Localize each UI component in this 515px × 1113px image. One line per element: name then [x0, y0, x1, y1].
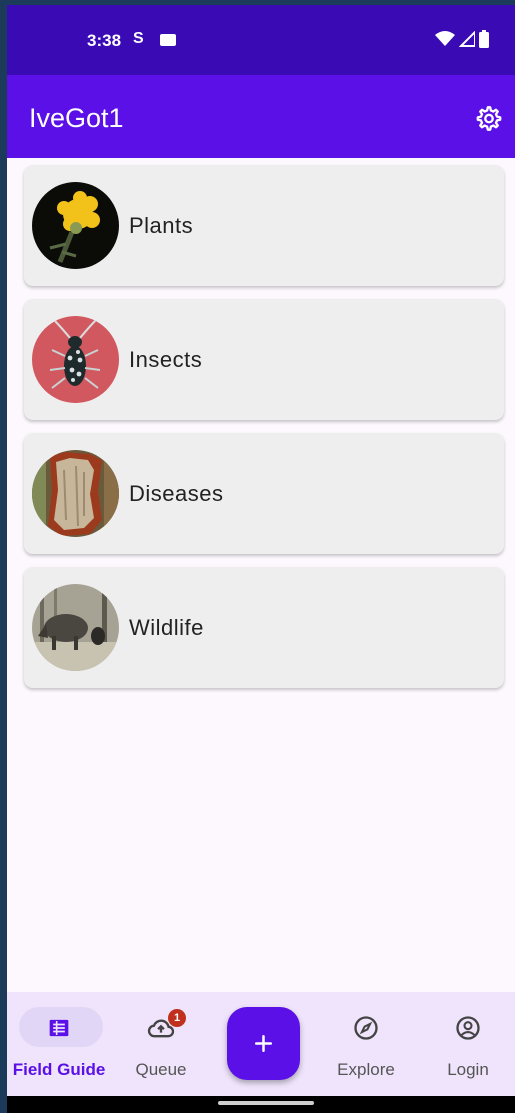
status-time: 3:38 [87, 31, 122, 50]
battery-icon [479, 30, 489, 48]
gear-icon[interactable] [475, 105, 503, 133]
card-label-insects: Insects [129, 347, 203, 372]
nav-label-field-guide: Field Guide [12, 1060, 106, 1079]
nav-label-login: Login [447, 1060, 489, 1079]
category-card-diseases[interactable]: Diseases [24, 433, 504, 554]
gesture-handle[interactable] [218, 1101, 314, 1105]
nav-item-explore[interactable]: Explore [316, 992, 416, 1096]
bottom-navigation: Field Guide 1 Queue Explore Login [7, 992, 515, 1096]
list-icon [49, 1019, 69, 1037]
card-label-diseases: Diseases [129, 481, 224, 506]
category-card-insects[interactable]: Insects [24, 299, 504, 420]
plants-thumbnail [32, 182, 119, 269]
queue-count-badge: 1 [168, 1009, 186, 1027]
category-card-wildlife[interactable]: Wildlife [24, 567, 504, 688]
category-card-plants[interactable]: Plants [24, 165, 504, 286]
wildlife-thumbnail [32, 584, 119, 671]
app-title: IveGot1 [29, 103, 124, 133]
status-icons [435, 30, 489, 48]
s-icon: S [133, 30, 144, 47]
phone-screen: 3:38 S IveGot1 Plants Insects Diseases W… [7, 5, 515, 1113]
sim-card-icon [160, 34, 176, 46]
wifi-icon [435, 31, 455, 46]
gesture-nav-area [7, 1096, 515, 1113]
card-label-wildlife: Wildlife [129, 615, 204, 640]
compass-icon [354, 1016, 378, 1040]
nav-label-explore: Explore [337, 1060, 395, 1079]
cell-signal-icon [459, 31, 475, 47]
diseases-thumbnail [32, 450, 119, 537]
status-bar: 3:38 S [7, 5, 515, 75]
nav-item-field-guide[interactable]: Field Guide [9, 992, 109, 1096]
nav-item-login[interactable]: Login [418, 992, 515, 1096]
nav-item-queue[interactable]: 1 Queue [111, 992, 211, 1096]
add-button[interactable] [227, 1007, 300, 1080]
plus-icon [254, 1034, 273, 1053]
nav-label-queue: Queue [135, 1060, 187, 1079]
account-circle-icon [456, 1016, 480, 1040]
card-label-plants: Plants [129, 213, 194, 238]
insects-thumbnail [32, 316, 119, 403]
app-bar: IveGot1 [7, 75, 515, 158]
